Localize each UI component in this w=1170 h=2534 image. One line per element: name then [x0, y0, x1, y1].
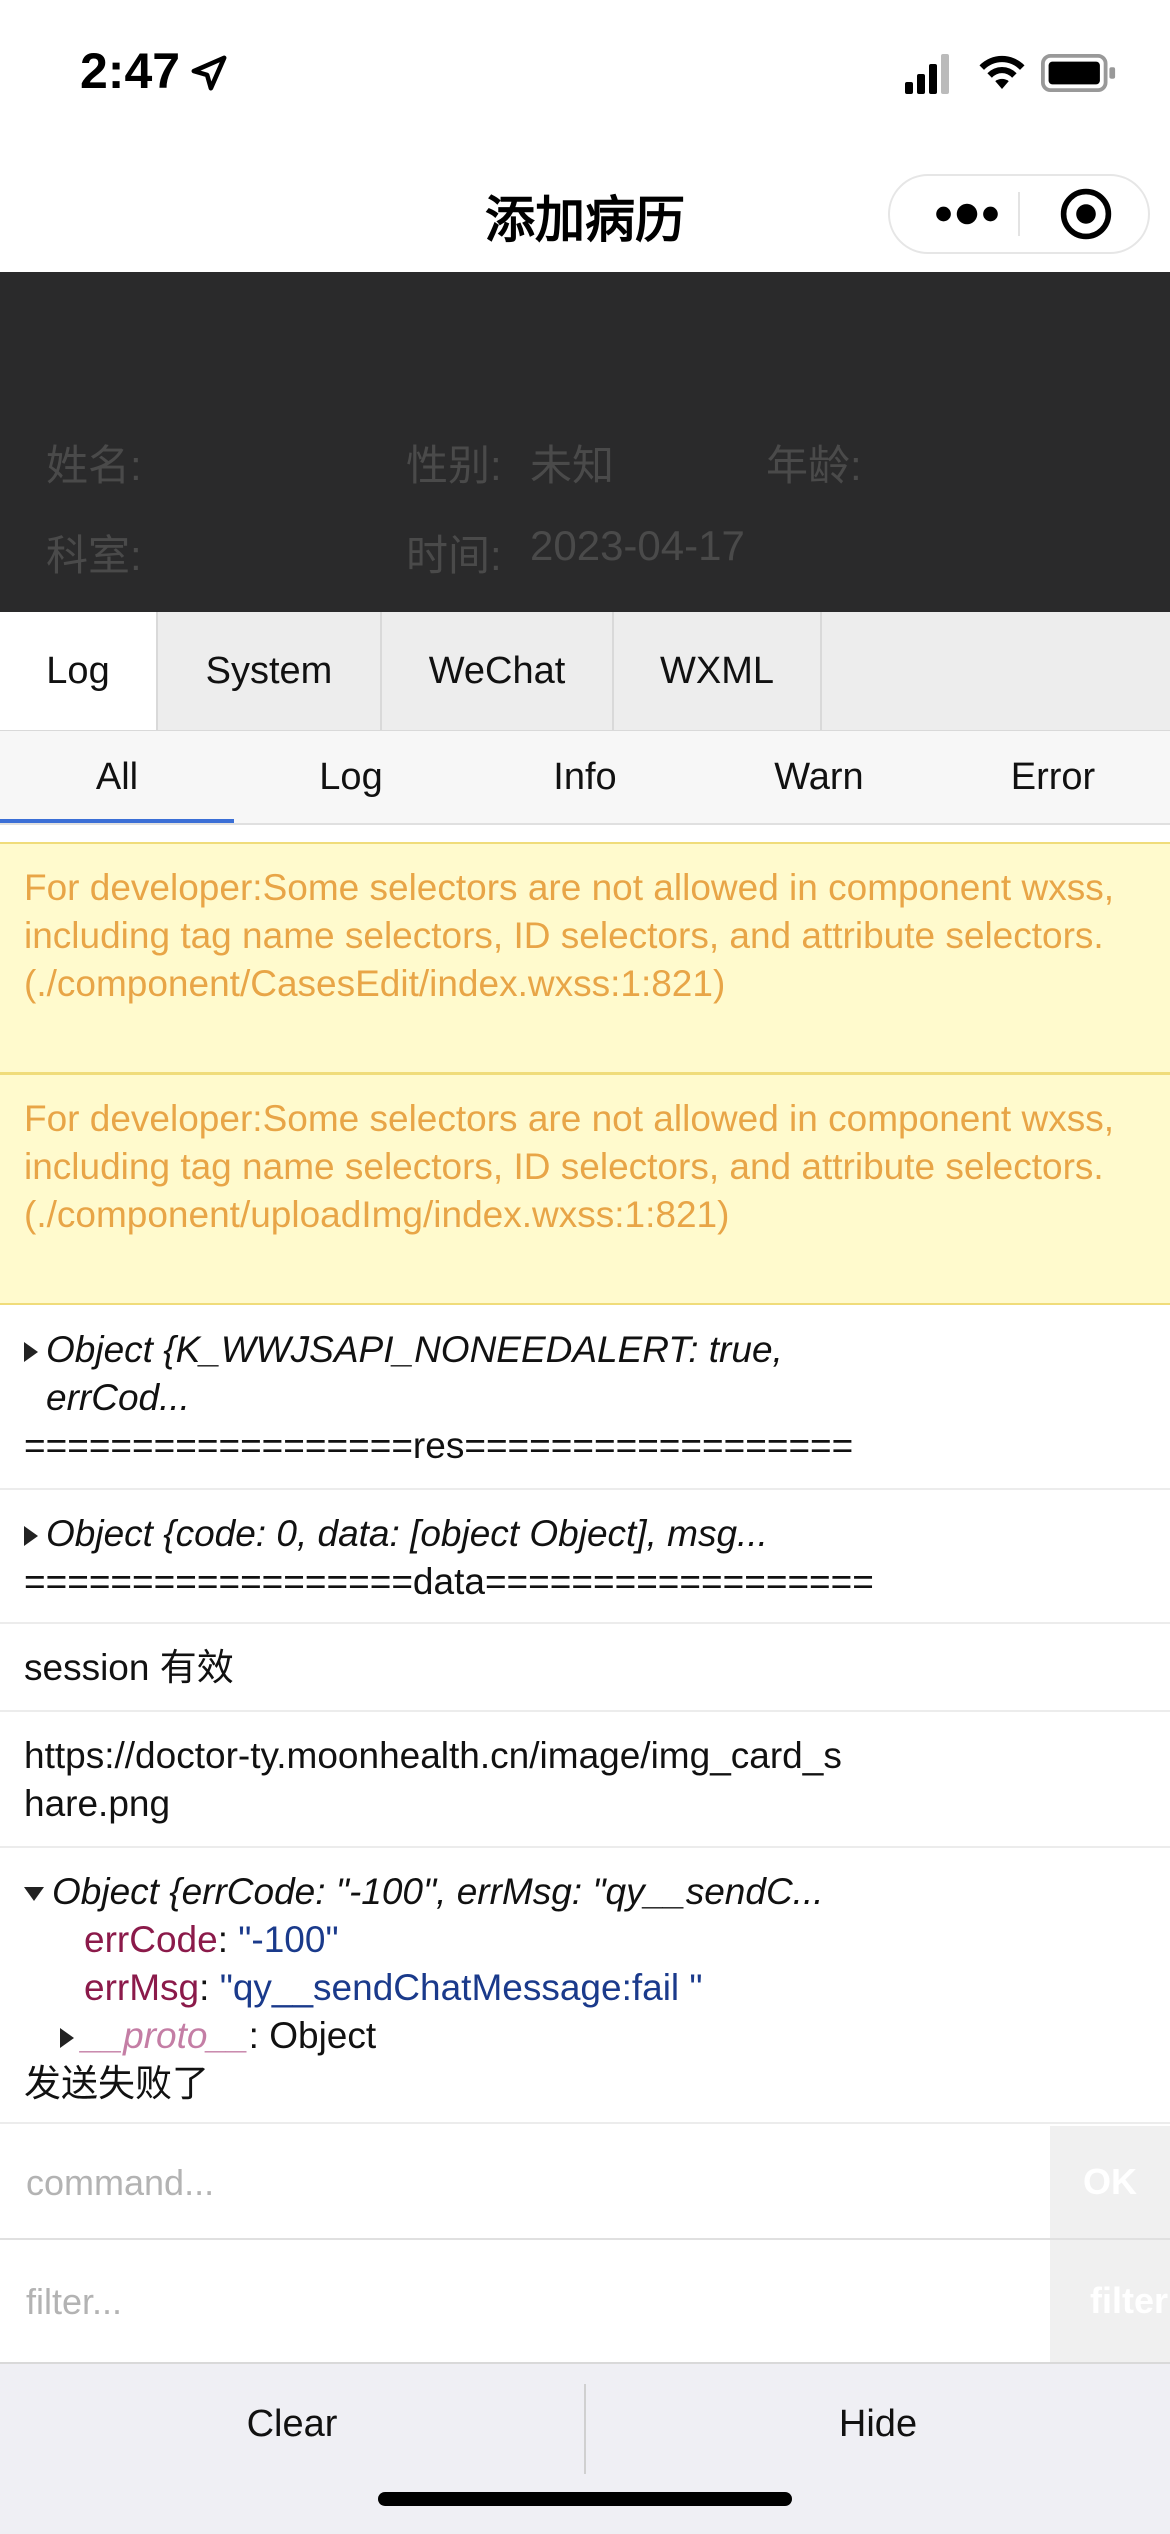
log-entry: https://doctor-ty.moonhealth.cn/image/im…	[0, 1712, 1170, 1848]
object-property[interactable]: __proto__: Object	[24, 2012, 1146, 2060]
subtab-all[interactable]: All	[0, 731, 234, 823]
expand-arrow-icon[interactable]	[24, 1526, 38, 1547]
status-time: 2:47	[80, 43, 181, 99]
filter-row: filter	[0, 2240, 1170, 2364]
hide-button[interactable]: Hide	[586, 2364, 1170, 2484]
clear-button[interactable]: Clear	[0, 2364, 584, 2484]
log-text: ==================res==================	[24, 1425, 854, 1466]
warning-log-entry: For developer:Some selectors are not all…	[0, 1073, 1170, 1305]
collapse-arrow-icon[interactable]	[24, 1887, 44, 1902]
object-property: errCode: "-100"	[24, 1916, 1146, 1964]
active-tab-indicator	[0, 819, 234, 823]
dimmed-form-overlay: 姓名: 性别: 未知 年龄: 科室: 时间: 2023-04-17	[0, 272, 1170, 612]
property-value: "-100"	[238, 1919, 339, 1960]
miniprogram-capsule	[888, 174, 1150, 254]
gender-label: 性别:	[406, 442, 502, 489]
colon: :	[199, 1967, 220, 2008]
log-text: session 有效	[24, 1647, 234, 1688]
battery-icon	[1041, 54, 1116, 92]
proto-key: __proto__	[82, 2015, 249, 2056]
time-value: 2023-04-17	[530, 522, 745, 569]
more-options-icon[interactable]	[922, 192, 1012, 236]
time-label: 时间:	[406, 532, 502, 579]
wifi-icon	[979, 55, 1025, 89]
dept-label: 科室:	[46, 532, 142, 579]
log-entry-object[interactable]: Object {K_WWJSAPI_NONEEDALERT: true, err…	[0, 1306, 1170, 1490]
proto-value: : Object	[248, 2015, 377, 2056]
log-entry-object-expanded[interactable]: Object {errCode: "-100", errMsg: "qy__se…	[0, 1848, 1170, 2124]
colon: :	[217, 1919, 239, 1960]
log-entry-object[interactable]: Object {code: 0, data: [object Object], …	[0, 1490, 1170, 1624]
subtab-info[interactable]: Info	[468, 731, 702, 823]
home-indicator	[378, 2492, 792, 2506]
subtab-warn[interactable]: Warn	[702, 731, 936, 823]
expand-arrow-icon[interactable]	[24, 1342, 38, 1362]
command-input[interactable]	[24, 2126, 1048, 2240]
object-summary[interactable]: Object {K_WWJSAPI_NONEEDALERT: true, err…	[46, 1326, 866, 1422]
filter-input[interactable]	[24, 2240, 1048, 2364]
object-summary[interactable]: Object {errCode: "-100", errMsg: "qy__se…	[52, 1871, 824, 1912]
command-ok-button[interactable]: OK	[1050, 2126, 1170, 2238]
log-entry: session 有效	[0, 1624, 1170, 1712]
property-key: errMsg	[84, 1967, 200, 2008]
log-text: 发送失败了	[24, 2063, 209, 2104]
capsule-divider	[1018, 192, 1020, 236]
warning-log-entry: For developer:Some selectors are not all…	[0, 842, 1170, 1074]
location-arrow-icon	[191, 55, 227, 91]
close-miniprogram-icon[interactable]	[1058, 186, 1114, 242]
cellular-signal-icon	[905, 54, 949, 94]
subtab-log[interactable]: Log	[234, 731, 468, 823]
property-key: errCode	[84, 1919, 218, 1960]
log-text: https://doctor-ty.moonhealth.cn/image/im…	[24, 1735, 842, 1824]
object-property: errMsg: "qy__sendChatMessage:fail "	[24, 1964, 1146, 2012]
filter-button[interactable]: filter	[1050, 2240, 1170, 2362]
property-value: "qy__sendChatMessage:fail "	[219, 1967, 703, 2008]
status-bar: 2:47	[0, 0, 1170, 150]
tab-wxml[interactable]: WXML	[614, 612, 822, 730]
log-text: ==================data==================	[24, 1561, 874, 1602]
subtab-error[interactable]: Error	[936, 731, 1170, 823]
object-summary[interactable]: Object {code: 0, data: [object Object], …	[46, 1513, 768, 1554]
navigation-bar: 添加病历	[0, 150, 1170, 272]
vconsole-toolbar: Clear Hide	[0, 2362, 1170, 2534]
tab-wechat[interactable]: WeChat	[382, 612, 614, 730]
tab-system[interactable]: System	[158, 612, 382, 730]
age-label: 年龄:	[766, 442, 862, 489]
command-row: OK	[0, 2126, 1170, 2240]
tab-log[interactable]: Log	[0, 612, 158, 730]
name-label: 姓名:	[46, 442, 142, 489]
log-filter-tabs: All Log Info Warn Error	[0, 731, 1170, 825]
vconsole-tabs: Log System WeChat WXML	[0, 612, 1170, 732]
gender-value: 未知	[530, 442, 615, 489]
expand-arrow-icon[interactable]	[60, 2028, 74, 2049]
